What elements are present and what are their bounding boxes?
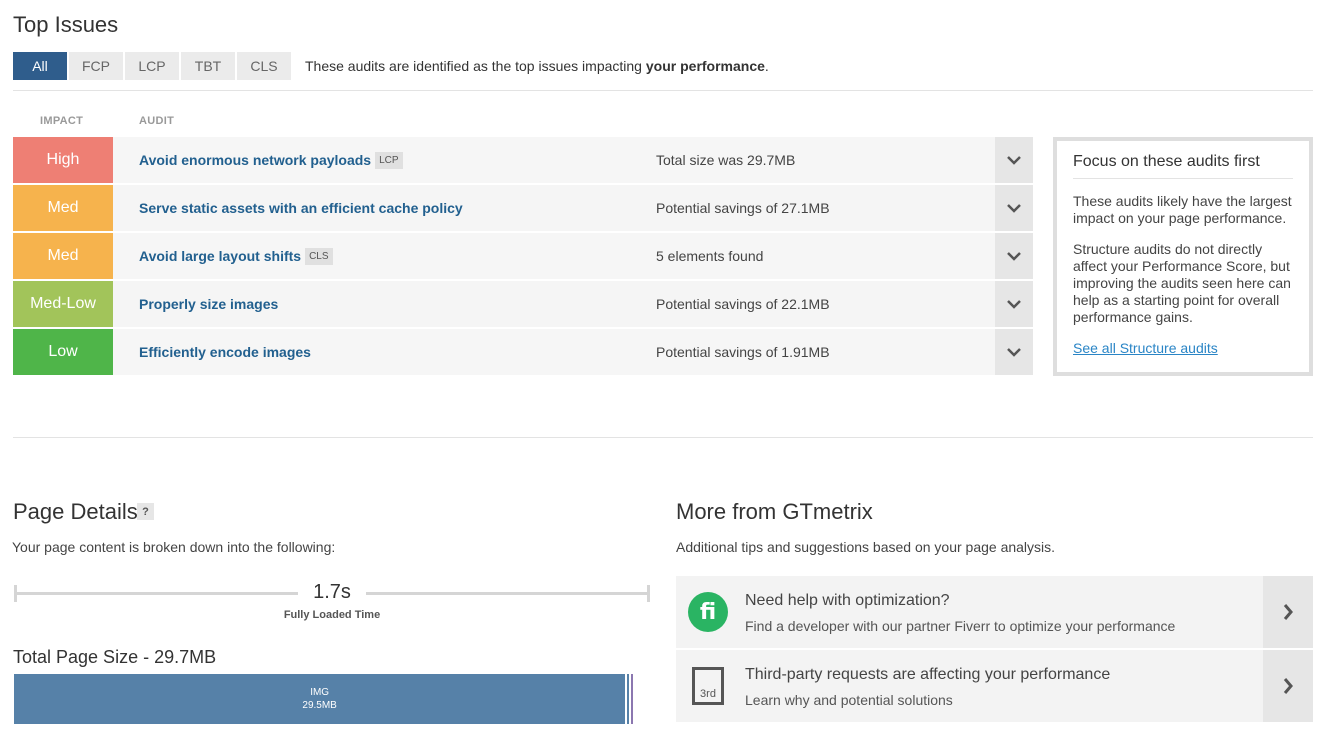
- chevron-down-icon[interactable]: [995, 281, 1033, 327]
- focus-panel-text: Structure audits do not directly affect …: [1073, 241, 1291, 325]
- focus-panel: Focus on these audits first These audits…: [1053, 137, 1313, 376]
- more-title: More from GTmetrix: [676, 499, 873, 524]
- page-size-bar: IMG 29.5MB: [14, 674, 650, 724]
- audit-row[interactable]: Med Avoid large layout shifts CLS 5 eleme…: [13, 233, 1033, 279]
- img-segment-size: 29.5MB: [302, 700, 337, 711]
- filter-tab-fcp[interactable]: FCP: [69, 52, 123, 80]
- promo-heading: Third-party requests are affecting your …: [745, 666, 1111, 683]
- audit-row[interactable]: Med-Low Properly size images Potential s…: [13, 281, 1033, 327]
- impact-badge: High: [13, 137, 113, 183]
- size-segment[interactable]: [627, 674, 630, 724]
- total-page-size: Total Page Size - 29.7MB: [13, 647, 217, 667]
- promo-text: Need help with optimization? Find a deve…: [740, 576, 1263, 648]
- fiverr-icon: fi: [688, 592, 728, 632]
- structure-audits-link[interactable]: See all Structure audits: [1073, 340, 1218, 356]
- chevron-down-icon[interactable]: [995, 185, 1033, 231]
- size-segment[interactable]: [631, 674, 634, 724]
- audit-row[interactable]: High Avoid enormous network payloads LCP …: [13, 137, 1033, 183]
- filter-description: These audits are identified as the top i…: [305, 58, 769, 74]
- audit-row[interactable]: Low Efficiently encode images Potential …: [13, 329, 1033, 375]
- fully-loaded-timeline: 1.7s: [14, 580, 650, 606]
- third-party-icon: 3rd: [692, 667, 724, 705]
- impact-badge: Med: [13, 185, 113, 231]
- audit-result: Potential savings of 1.91MB: [656, 344, 830, 360]
- page-details-subtitle: Your page content is broken down into th…: [12, 539, 336, 555]
- promo-heading: Need help with optimization?: [745, 592, 950, 609]
- impact-column-header: IMPACT: [40, 115, 84, 127]
- audit-result: 5 elements found: [656, 248, 764, 264]
- img-segment[interactable]: IMG 29.5MB: [14, 674, 626, 724]
- top-issues-title: Top Issues: [13, 12, 119, 37]
- promo-icon-wrap: fi: [676, 576, 740, 648]
- metric-tag: CLS: [305, 247, 333, 265]
- filter-tab-cls[interactable]: CLS: [237, 52, 291, 80]
- audit-result: Total size was 29.7MB: [656, 152, 796, 168]
- audit-name[interactable]: Properly size images: [113, 281, 656, 327]
- promo-third-party[interactable]: 3rd Third-party requests are affecting y…: [676, 650, 1313, 722]
- audit-result: Potential savings of 27.1MB: [656, 200, 830, 216]
- more-subtitle: Additional tips and suggestions based on…: [676, 539, 1056, 555]
- help-icon[interactable]: ?: [137, 503, 154, 520]
- page-details-title: Page Details: [13, 499, 138, 524]
- focus-panel-title: Focus on these audits first: [1073, 153, 1293, 179]
- filter-tab-tbt[interactable]: TBT: [181, 52, 235, 80]
- promo-fiverr[interactable]: fi Need help with optimization? Find a d…: [676, 576, 1313, 648]
- fully-loaded-label: Fully Loaded Time: [283, 609, 381, 621]
- chevron-down-icon[interactable]: [995, 329, 1033, 375]
- filter-bar: All FCP LCP TBT CLS These audits are ide…: [13, 52, 769, 80]
- divider: [13, 437, 1313, 438]
- audit-name[interactable]: Avoid large layout shifts CLS: [113, 233, 656, 279]
- chevron-right-icon[interactable]: [1263, 576, 1313, 648]
- audit-row[interactable]: Med Serve static assets with an efficien…: [13, 185, 1033, 231]
- focus-panel-text: These audits likely have the largest imp…: [1073, 193, 1292, 226]
- promo-icon-wrap: 3rd: [676, 650, 740, 722]
- audit-name[interactable]: Serve static assets with an efficient ca…: [113, 185, 656, 231]
- metric-tag: LCP: [375, 151, 403, 169]
- chevron-right-icon[interactable]: [1263, 650, 1313, 722]
- chevron-down-icon[interactable]: [995, 233, 1033, 279]
- img-segment-label: IMG: [310, 687, 330, 698]
- impact-badge: Med-Low: [13, 281, 113, 327]
- filter-tab-all[interactable]: All: [13, 52, 67, 80]
- impact-badge: Low: [13, 329, 113, 375]
- promo-description: Find a developer with our partner Fiverr…: [745, 618, 1176, 634]
- audit-result: Potential savings of 22.1MB: [656, 296, 830, 312]
- divider: [13, 90, 1313, 91]
- audit-name[interactable]: Avoid enormous network payloads LCP: [113, 137, 656, 183]
- promo-list: fi Need help with optimization? Find a d…: [676, 576, 1313, 724]
- chevron-down-icon[interactable]: [995, 137, 1033, 183]
- filter-tab-lcp[interactable]: LCP: [125, 52, 179, 80]
- impact-badge: Med: [13, 233, 113, 279]
- audit-list: High Avoid enormous network payloads LCP …: [13, 137, 1033, 377]
- promo-text: Third-party requests are affecting your …: [740, 650, 1263, 722]
- audit-name[interactable]: Efficiently encode images: [113, 329, 656, 375]
- audit-column-header: AUDIT: [139, 115, 175, 127]
- promo-description: Learn why and potential solutions: [745, 692, 953, 708]
- audit-table-header: IMPACT AUDIT: [13, 115, 1033, 129]
- fully-loaded-time: 1.7s: [313, 581, 351, 603]
